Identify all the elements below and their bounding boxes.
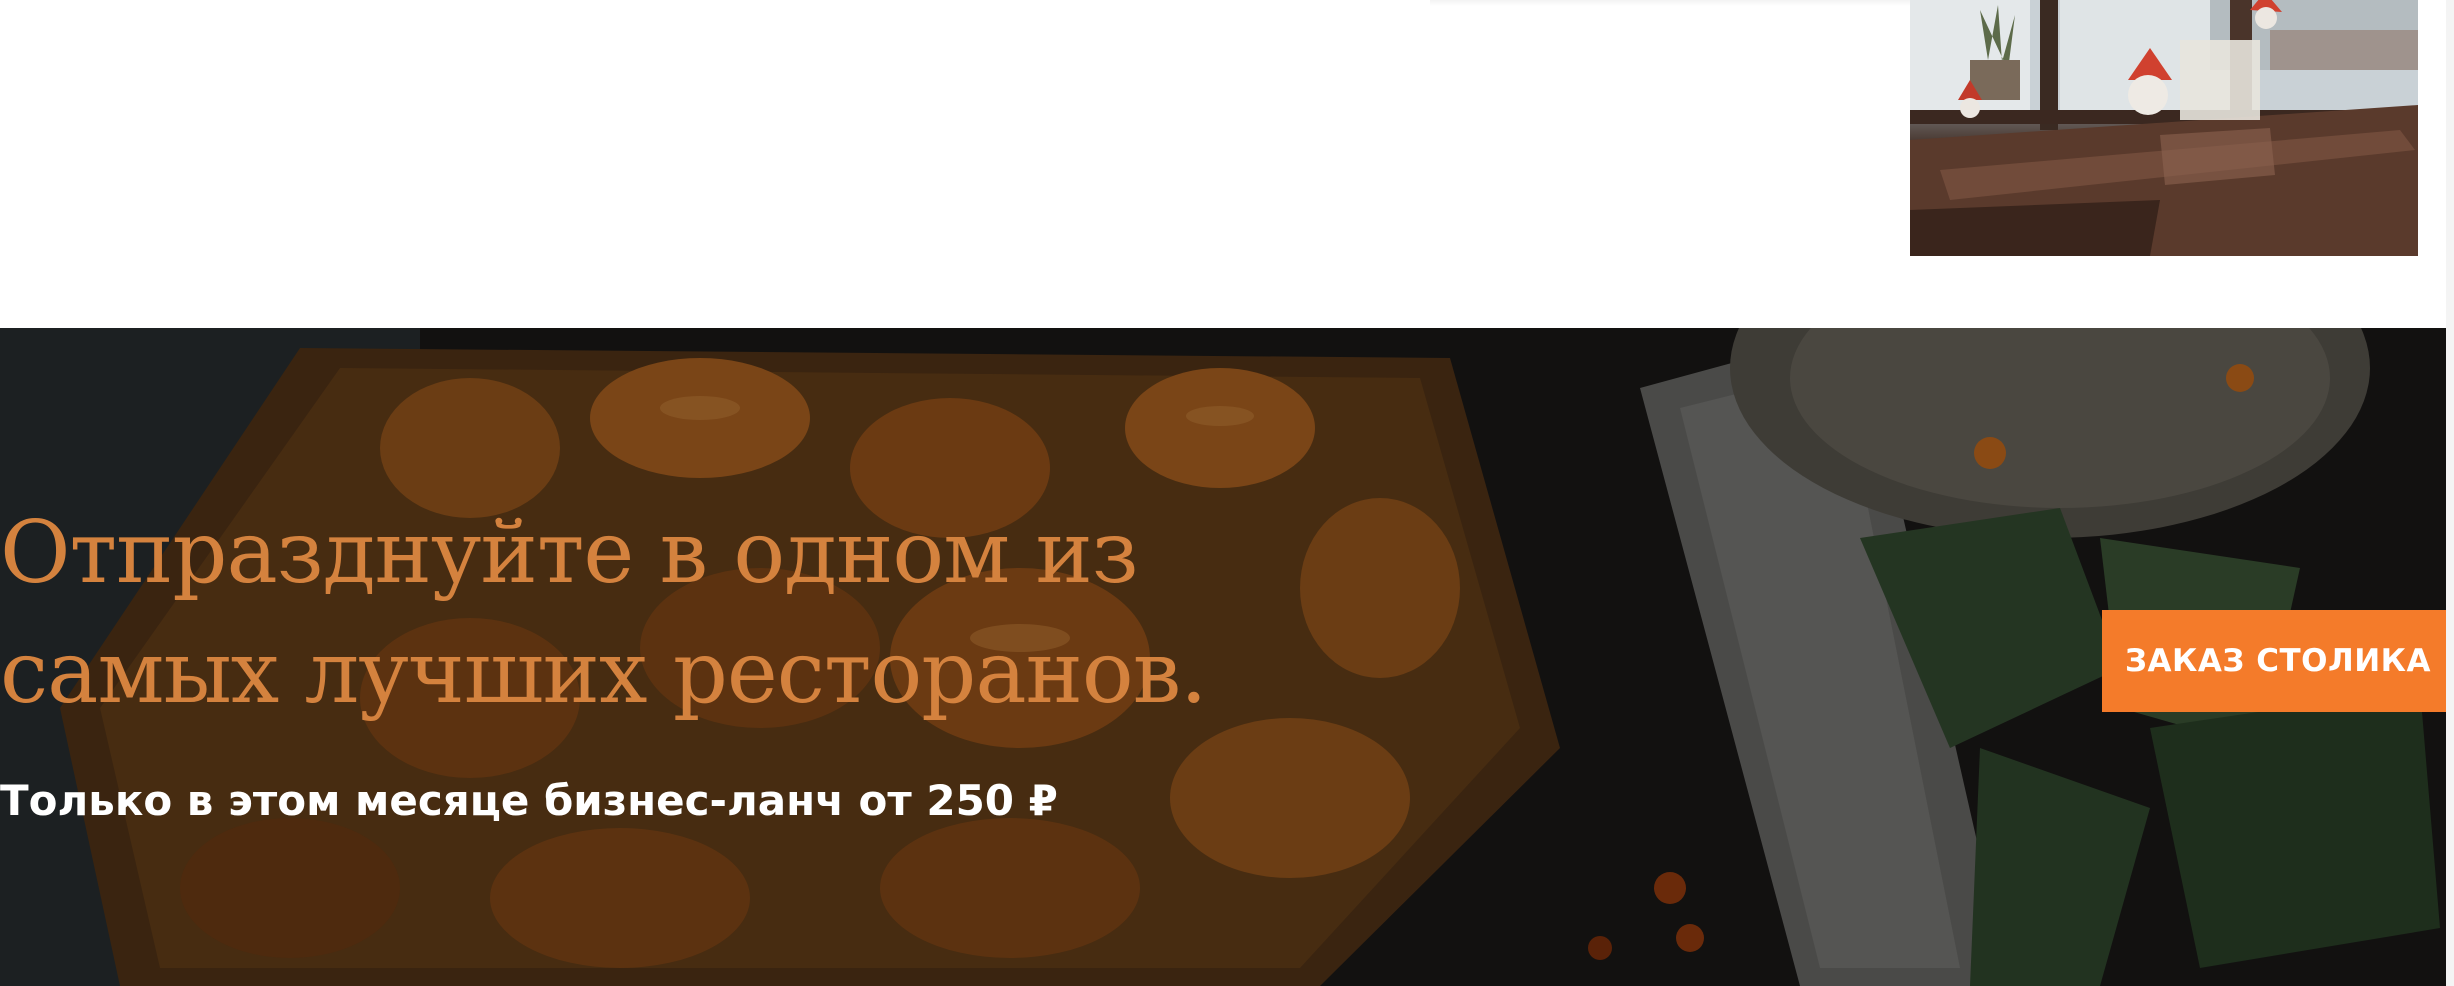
- promo-subheading: Только в этом месяце бизнес-ланч от 250 …: [0, 776, 1058, 825]
- promo-heading: Отпразднуйте в одном из самых лучших рес…: [0, 493, 1300, 733]
- promo-heading-line-1: Отпразднуйте в одном из: [0, 503, 1139, 603]
- page: Отпразднуйте в одном из самых лучших рес…: [0, 0, 2454, 986]
- scrollbar-track[interactable]: [2446, 0, 2454, 986]
- top-section: [0, 0, 2454, 328]
- restaurant-interior-photo: [1910, 0, 2418, 256]
- promo-banner: Отпразднуйте в одном из самых лучших рес…: [0, 328, 2454, 986]
- section-shadow: [1430, 0, 1910, 6]
- promo-heading-line-2: самых лучших ресторанов.: [0, 623, 1207, 723]
- interior-photo-image: [1910, 0, 2418, 256]
- reserve-table-button[interactable]: ЗАКАЗ СТОЛИКА: [2102, 610, 2454, 712]
